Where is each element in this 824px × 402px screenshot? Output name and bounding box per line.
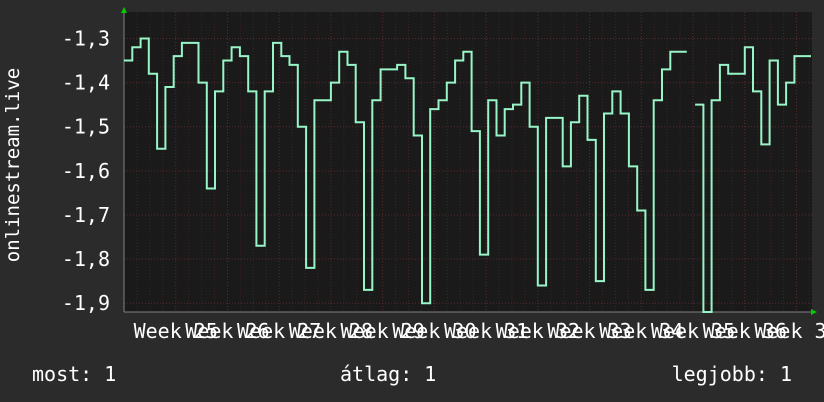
y-tick-labels: -1,3 -1,4 -1,5 -1,6 -1,7 -1,8 -1,9 <box>62 26 110 315</box>
y-axis-label: onlinestream.live <box>2 68 24 262</box>
y-tick-label: -1,3 <box>62 26 110 50</box>
y-tick-label: -1,5 <box>62 115 110 139</box>
x-axis-arrow-icon <box>811 309 817 315</box>
y-tick-label: -1,8 <box>62 247 110 271</box>
stat-best: legjobb: 1 <box>671 362 792 386</box>
stats-bar: most: 1 átlag: 1 legjobb: 1 <box>0 362 824 390</box>
x-tick-labels: Week 25Week 26Week 27Week 28Week 29Week … <box>134 319 824 343</box>
y-tick-label: -1,4 <box>62 71 110 95</box>
stat-current: most: 1 <box>32 362 117 386</box>
y-tick-label: -1,9 <box>62 291 110 315</box>
x-tick-label: Week 37 <box>754 319 824 343</box>
y-axis-arrow-icon <box>121 7 127 13</box>
stat-average: átlag: 1 <box>340 362 437 386</box>
chart: -1,3 -1,4 -1,5 -1,6 -1,7 -1,8 -1,9 Week 25Week… <box>2 7 824 343</box>
y-tick-label: -1,7 <box>62 203 110 227</box>
y-tick-label: -1,6 <box>62 159 110 183</box>
